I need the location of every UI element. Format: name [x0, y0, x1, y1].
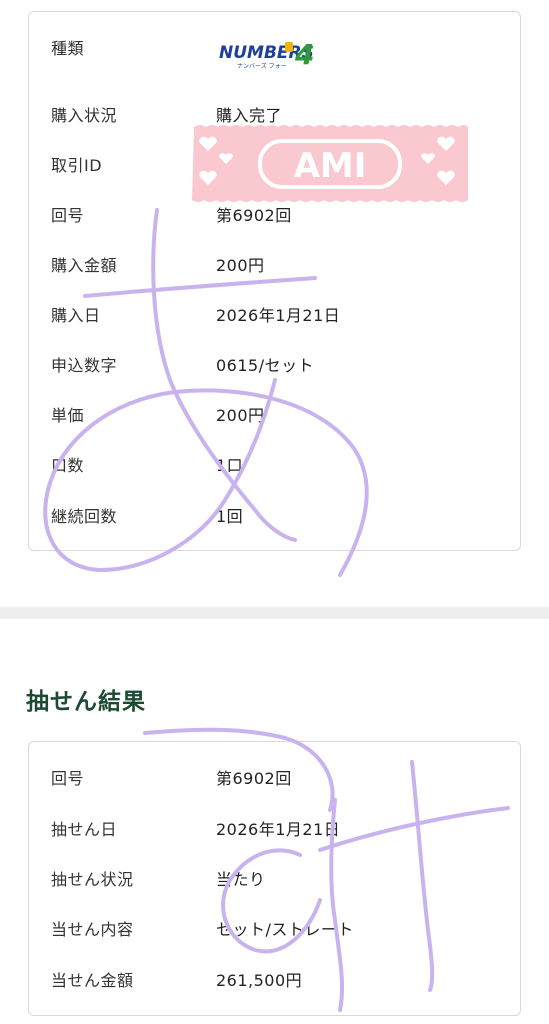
row-value: 第6902回 — [216, 769, 292, 788]
row-label: 申込数字 — [51, 356, 118, 375]
section-divider — [0, 607, 549, 619]
row-numbers: 申込数字 0615/セット — [29, 339, 520, 389]
row-value: 261,500円 — [216, 971, 303, 990]
ami-sticker: AMI — [192, 125, 468, 202]
row-prize-amount: 当せん金額 261,500円 — [29, 954, 520, 1004]
result-section-title: 抽せん結果 — [26, 689, 146, 715]
row-label: 回号 — [51, 206, 85, 225]
row-label: 単価 — [51, 406, 85, 425]
row-label: 抽せん日 — [51, 820, 118, 839]
row-value: 1口 — [216, 456, 244, 475]
row-draw-number: 回号 第6902回 — [29, 752, 520, 802]
row-label: 継続回数 — [51, 507, 118, 526]
row-unit-price: 単価 200円 — [29, 389, 520, 439]
row-label: 口数 — [51, 456, 85, 475]
sticker-text: AMI — [294, 146, 367, 186]
row-draw-date: 抽せん日 2026年1月21日 — [29, 803, 520, 853]
row-purchase-date: 購入日 2026年1月21日 — [29, 289, 520, 339]
row-label: 取引ID — [51, 156, 103, 175]
row-value: 当たり — [216, 870, 266, 889]
row-value: 2026年1月21日 — [216, 306, 341, 325]
row-prize-type: 当せん内容 セット/ストレート — [29, 903, 520, 953]
row-label: 購入日 — [51, 306, 101, 325]
row-value: 第6902回 — [216, 206, 292, 225]
row-label: 抽せん状況 — [51, 870, 134, 889]
row-draw-status: 抽せん状況 当たり — [29, 853, 520, 903]
row-continuation-count: 継続回数 1回 — [29, 490, 520, 540]
logo-digit: 4 — [294, 38, 314, 71]
row-label: 当せん金額 — [51, 971, 134, 990]
draw-result-card: 回号 第6902回 抽せん日 2026年1月21日 抽せん状況 当たり 当せん内… — [28, 741, 521, 1016]
row-value: 1回 — [216, 507, 244, 526]
row-label: 当せん内容 — [51, 920, 134, 939]
numbers4-logo: NUMBERS 4 ナンバーズ フォー — [219, 38, 314, 71]
purchase-details-card: 種類 NUMBERS 4 ナンバーズ フォー 購入状況 購入完了 取引ID 回号… — [28, 11, 521, 551]
row-units: 口数 1口 — [29, 439, 520, 489]
row-label: 購入金額 — [51, 256, 118, 275]
row-value: 0615/セット — [216, 356, 315, 375]
row-label: 購入状況 — [51, 106, 118, 125]
row-value: 2026年1月21日 — [216, 820, 341, 839]
row-label: 種類 — [51, 39, 85, 58]
row-value: 200円 — [216, 406, 265, 425]
logo-kana: ナンバーズ フォー — [237, 62, 287, 70]
row-value: セット/ストレート — [216, 920, 354, 939]
row-label: 回号 — [51, 769, 85, 788]
row-value: 200円 — [216, 256, 265, 275]
row-purchase-amount: 購入金額 200円 — [29, 239, 520, 289]
